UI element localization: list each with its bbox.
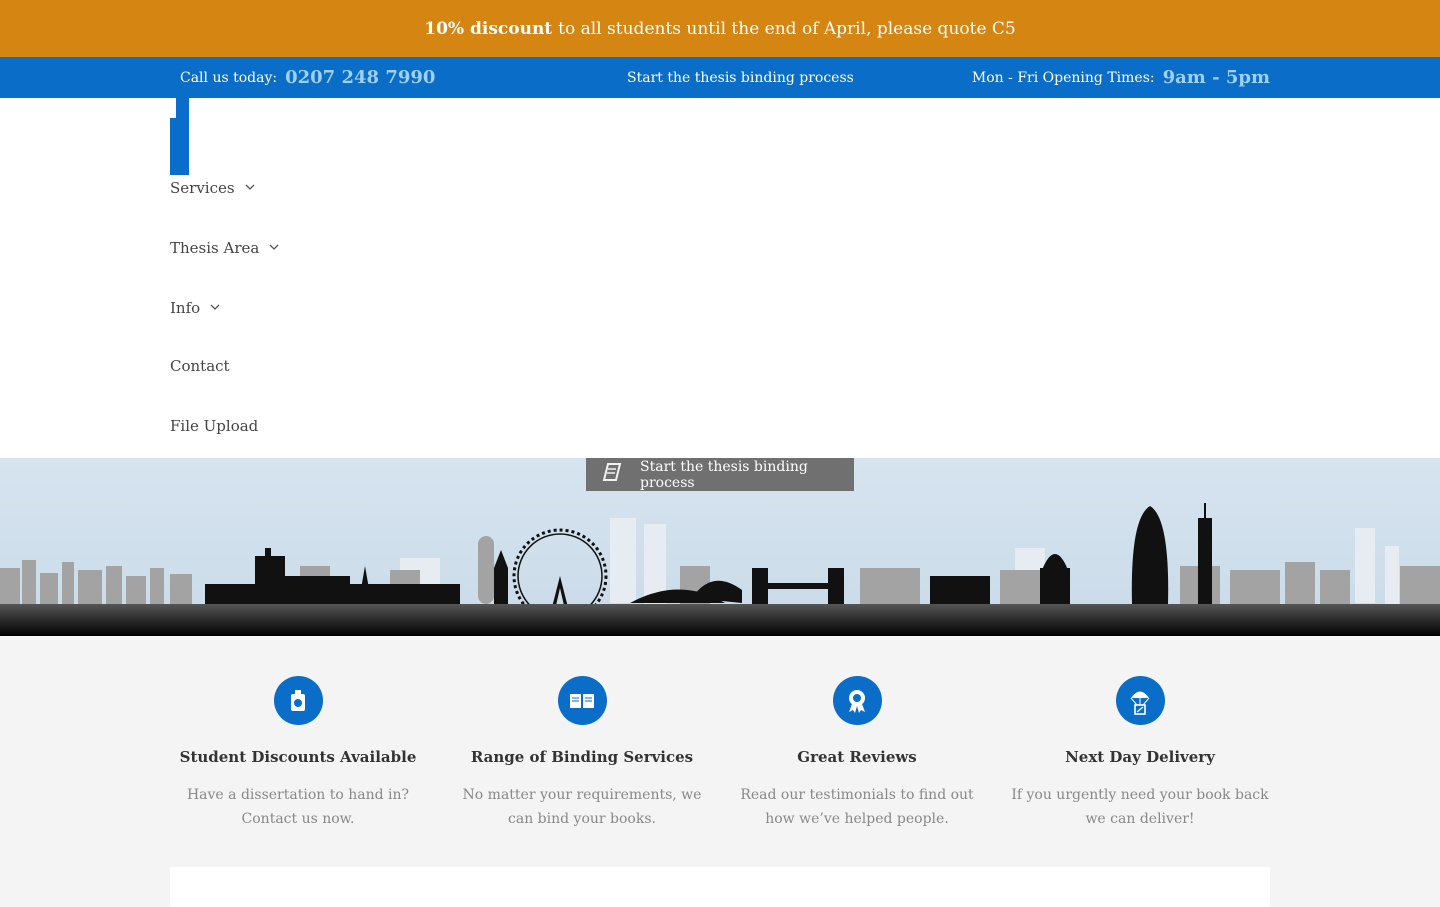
chevron-down-icon: [245, 181, 255, 194]
phone-number[interactable]: 0207 248 7990: [285, 67, 435, 88]
nav-item-services[interactable]: Services: [170, 179, 255, 197]
feature-title: Great Reviews: [797, 748, 917, 766]
cta-label: Start the thesis binding process: [640, 458, 808, 491]
feature-text: Read our testimonials to find out how we…: [740, 787, 974, 827]
call-us: Call us today: 0207 248 7990: [180, 57, 435, 98]
start-process-label: Start the thesis binding process: [627, 69, 854, 86]
hours-label: Mon - Fri Opening Times:: [971, 69, 1155, 86]
feature-great-reviews: Great Reviews Read our testimonials to f…: [727, 676, 987, 831]
features-section: Student Discounts Available Have a disse…: [0, 636, 1440, 900]
feature-next-day-delivery: Next Day Delivery If you urgently need y…: [1010, 676, 1270, 831]
feature-binding-services: Range of Binding Services No matter your…: [452, 676, 712, 831]
promo-banner: 10% discount to all students until the e…: [0, 0, 1440, 57]
nav-label: File Upload: [170, 417, 259, 435]
nav-label: Info: [170, 299, 201, 317]
opening-times: Mon - Fri Opening Times: 9am - 5pm: [972, 57, 1270, 98]
start-process-link[interactable]: Start the thesis binding process: [627, 57, 854, 98]
call-label: Call us today:: [180, 69, 278, 86]
contact-bar: Call us today: 0207 248 7990 Start the t…: [0, 57, 1440, 98]
feature-text: No matter your requirements, we can bind…: [462, 787, 702, 827]
content-panel: [170, 867, 1270, 907]
feature-title: Student Discounts Available: [179, 748, 417, 766]
site-header: Services Thesis Area Info Contact File U…: [0, 98, 1440, 458]
book-icon: [600, 462, 622, 487]
feature-text: Have a dissertation to hand in? Contact …: [186, 787, 410, 827]
discount-tag-icon: [273, 676, 323, 725]
feature-text: If you urgently need your book back we c…: [1011, 787, 1269, 827]
nav-item-info[interactable]: Info: [170, 299, 220, 317]
feature-title: Next Day Delivery: [1065, 748, 1215, 766]
chevron-down-icon: [269, 241, 279, 254]
award-ribbon-icon: [832, 676, 882, 725]
logo-notch: [170, 98, 176, 118]
feature-student-discounts: Student Discounts Available Have a disse…: [168, 676, 428, 831]
nav-item-contact[interactable]: Contact: [170, 357, 230, 375]
nav-label: Contact: [170, 357, 230, 375]
nav-item-file-upload[interactable]: File Upload: [170, 417, 258, 435]
feature-title: Range of Binding Services: [470, 748, 694, 766]
start-binding-button[interactable]: Start the thesis binding process: [586, 458, 854, 491]
open-book-icon: [557, 676, 607, 725]
promo-text: to all students until the end of April, …: [558, 18, 1016, 39]
nav-item-thesis-area[interactable]: Thesis Area: [170, 239, 279, 257]
parachute-delivery-icon: [1115, 676, 1165, 725]
nav-label: Services: [170, 179, 235, 197]
hours-value: 9am - 5pm: [1162, 67, 1270, 88]
chevron-down-icon: [210, 301, 220, 314]
promo-bold: 10% discount: [424, 18, 553, 39]
nav-label: Thesis Area: [170, 239, 260, 257]
